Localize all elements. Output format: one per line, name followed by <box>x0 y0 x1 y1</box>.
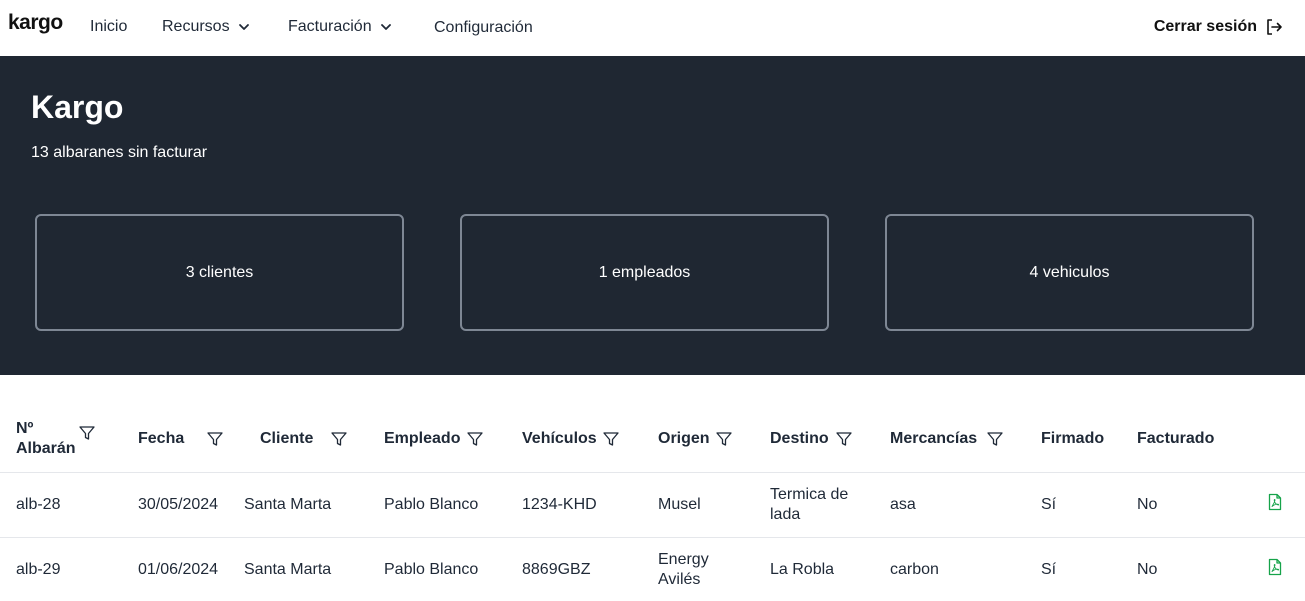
column-header-label: Fecha <box>138 430 185 448</box>
nav-item-label: Facturación <box>288 18 372 35</box>
chevron-down-icon <box>380 24 391 30</box>
column-header-label: Empleado <box>384 430 461 448</box>
cell-facturado: No <box>1122 472 1245 538</box>
nav-item-configuracion[interactable]: Configuración <box>434 19 533 37</box>
column-header-label: Mercancías <box>890 430 978 448</box>
filter-icon[interactable] <box>602 430 620 448</box>
table-header-row: Nº Albarán Fecha Cliente Empleado Vehícu… <box>0 375 1305 473</box>
pending-invoices-summary: 13 albaranes sin facturar <box>31 144 208 161</box>
filter-icon[interactable] <box>986 430 1004 448</box>
cell-facturado: No <box>1122 537 1245 601</box>
nav-item-label: Inicio <box>90 18 128 35</box>
cell-vehiculos: 1234-KHD <box>507 472 643 538</box>
column-header-facturado: Facturado <box>1122 375 1245 473</box>
column-header-empleado: Empleado <box>369 375 507 473</box>
cell-firmado: Sí <box>1026 537 1122 601</box>
stat-card-label: 3 clientes <box>185 263 254 281</box>
cell-empleado: Pablo Blanco <box>369 537 507 601</box>
dashboard-hero: Kargo 13 albaranes sin facturar 3 client… <box>0 56 1305 375</box>
table-row[interactable]: alb-29 01/06/2024 Santa Marta Pablo Blan… <box>0 537 1305 601</box>
table-row[interactable]: alb-28 30/05/2024 Santa Marta Pablo Blan… <box>0 472 1305 538</box>
cell-albaran: alb-29 <box>0 537 122 601</box>
cell-empleado: Pablo Blanco <box>369 472 507 538</box>
logout-label: Cerrar sesión <box>1153 18 1257 35</box>
employees-stat-card[interactable]: 1 empleados <box>460 214 829 331</box>
column-header-actions <box>1245 375 1305 473</box>
column-header-label: Facturado <box>1137 430 1215 448</box>
delivery-notes-table: Nº Albarán Fecha Cliente Empleado Vehícu… <box>0 375 1305 601</box>
column-header-label: Firmado <box>1041 430 1105 448</box>
logout-button[interactable]: Cerrar sesión <box>1154 18 1283 36</box>
filter-icon[interactable] <box>206 430 224 448</box>
column-header-label: Destino <box>770 430 829 448</box>
cell-cliente: Santa Marta <box>229 472 369 538</box>
pdf-file-icon[interactable] <box>1267 493 1283 511</box>
cell-albaran: alb-28 <box>0 472 122 538</box>
vehicles-stat-card[interactable]: 4 vehiculos <box>885 214 1254 331</box>
column-header-destino: Destino <box>755 375 875 473</box>
column-header-label: Origen <box>658 430 710 448</box>
cell-mercancias: carbon <box>875 537 1026 601</box>
page-title: Kargo <box>31 89 124 125</box>
column-header-mercancias: Mercancías <box>875 375 1026 473</box>
chevron-down-icon <box>238 24 249 30</box>
column-header-label: Nº Albarán <box>16 420 76 458</box>
filter-icon[interactable] <box>715 430 733 448</box>
cell-cliente: Santa Marta <box>229 537 369 601</box>
cell-fecha: 01/06/2024 <box>122 537 229 601</box>
filter-icon[interactable] <box>330 430 348 448</box>
column-header-fecha: Fecha <box>122 375 229 473</box>
column-header-label: Cliente <box>260 430 314 448</box>
filter-icon[interactable] <box>466 430 484 448</box>
column-header-vehiculos: Vehículos <box>507 375 643 473</box>
delivery-notes-table-container: Nº Albarán Fecha Cliente Empleado Vehícu… <box>0 375 1305 601</box>
top-navbar: kargo Inicio Recursos Facturación Config… <box>0 0 1305 56</box>
stat-card-label: 4 vehiculos <box>1029 263 1110 281</box>
stat-card-label: 1 empleados <box>598 263 691 281</box>
cell-firmado: Sí <box>1026 472 1122 538</box>
nav-item-facturacion[interactable]: Facturación <box>288 18 392 36</box>
cell-destino: Termica de lada <box>755 472 875 538</box>
filter-icon[interactable] <box>835 430 853 448</box>
filter-icon[interactable] <box>78 424 96 442</box>
column-header-origen: Origen <box>643 375 755 473</box>
cell-mercancias: asa <box>875 472 1026 538</box>
column-header-cliente: Cliente <box>229 375 369 473</box>
logout-icon <box>1267 19 1282 35</box>
column-header-albaran: Nº Albarán <box>0 375 122 473</box>
nav-item-inicio[interactable]: Inicio <box>90 18 127 36</box>
cell-destino: La Robla <box>755 537 875 601</box>
nav-item-label: Configuración <box>434 19 533 36</box>
cell-actions <box>1245 537 1305 601</box>
cell-vehiculos: 8869GBZ <box>507 537 643 601</box>
cell-origen: Musel <box>643 472 755 538</box>
nav-item-recursos[interactable]: Recursos <box>162 18 250 36</box>
nav-item-label: Recursos <box>162 18 230 35</box>
cell-origen: Energy Avilés <box>643 537 755 601</box>
column-header-firmado: Firmado <box>1026 375 1122 473</box>
clients-stat-card[interactable]: 3 clientes <box>35 214 404 331</box>
cell-actions <box>1245 472 1305 538</box>
pdf-file-icon[interactable] <box>1267 558 1283 576</box>
app-logo[interactable]: kargo <box>8 11 63 35</box>
column-header-label: Vehículos <box>522 430 597 448</box>
cell-fecha: 30/05/2024 <box>122 472 229 538</box>
